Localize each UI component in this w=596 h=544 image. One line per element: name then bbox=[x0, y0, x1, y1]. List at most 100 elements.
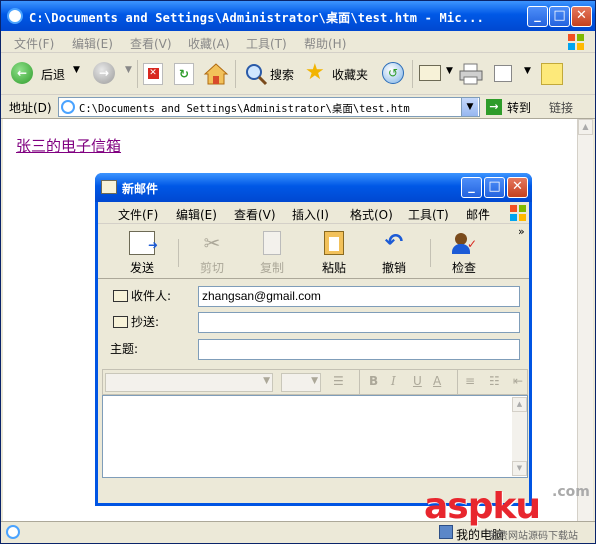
undo-icon: ↶ bbox=[384, 230, 404, 255]
menu-tools[interactable]: 工具(T) bbox=[246, 35, 287, 52]
to-address-book-icon[interactable] bbox=[113, 290, 128, 302]
menu-view[interactable]: 查看(V) bbox=[130, 35, 172, 52]
italic-button[interactable]: I bbox=[391, 374, 396, 388]
body-vertical-scrollbar[interactable]: ▲ ▼ bbox=[512, 397, 527, 476]
menu-file[interactable]: 文件(F) bbox=[14, 35, 54, 52]
back-button[interactable]: ← 后退 ▼ bbox=[11, 62, 83, 86]
home-button[interactable] bbox=[203, 61, 229, 87]
scissors-icon: ✂ bbox=[203, 231, 221, 255]
edit-button[interactable]: ▼ bbox=[494, 63, 534, 85]
go-label: 转到 bbox=[507, 101, 532, 115]
mail-toolbar: ➜ 发送 ✂ 剪切 复制 粘贴 ↶ 撤销 ✓ 检查 » bbox=[98, 225, 529, 279]
back-label: 后退 bbox=[41, 68, 66, 82]
mailto-link[interactable]: 张三的电子信箱 bbox=[16, 135, 121, 156]
mail-dropdown-icon[interactable]: ▼ bbox=[446, 66, 453, 76]
copy-button[interactable]: 复制 bbox=[242, 229, 302, 277]
mail-close-button[interactable]: ✕ bbox=[507, 177, 528, 198]
send-label: 发送 bbox=[129, 261, 154, 275]
links-label[interactable]: 链接 bbox=[549, 99, 573, 116]
edit-dropdown-icon[interactable]: ▼ bbox=[524, 66, 531, 76]
mail-menu-chevron-icon[interactable]: » bbox=[482, 206, 488, 216]
back-arrow-icon: ← bbox=[11, 62, 33, 84]
page-icon bbox=[61, 100, 75, 114]
go-arrow-icon: → bbox=[486, 99, 502, 115]
paragraph-style-icon[interactable]: ☰ bbox=[333, 374, 344, 388]
history-button[interactable]: ↺ bbox=[382, 62, 406, 86]
paste-label: 粘贴 bbox=[321, 261, 346, 275]
refresh-button[interactable]: ↻ bbox=[174, 63, 194, 85]
scroll-up-arrow-icon[interactable]: ▲ bbox=[578, 119, 593, 135]
forward-button[interactable]: → ▼ bbox=[93, 62, 133, 86]
check-names-button[interactable]: ✓ 检查 bbox=[434, 229, 494, 277]
stop-button[interactable]: ✕ bbox=[143, 63, 163, 85]
refresh-icon: ↻ bbox=[178, 67, 190, 81]
mail-maximize-button[interactable]: □ bbox=[484, 177, 505, 198]
forward-dropdown-icon[interactable]: ▼ bbox=[125, 65, 132, 75]
mail-menu-file[interactable]: 文件(F) bbox=[118, 206, 158, 223]
watermark-brand: aspku bbox=[424, 486, 541, 527]
cut-button[interactable]: ✂ 剪切 bbox=[182, 229, 242, 277]
menu-help[interactable]: 帮助(H) bbox=[304, 35, 346, 52]
close-button[interactable]: ✕ bbox=[571, 6, 592, 27]
discuss-button[interactable] bbox=[541, 63, 563, 85]
ie-logo-icon bbox=[7, 8, 23, 24]
mail-menu-format[interactable]: 格式(O) bbox=[350, 206, 393, 223]
bullet-list-icon[interactable]: ☷ bbox=[489, 374, 500, 388]
mail-window-title: 新邮件 bbox=[122, 182, 159, 196]
toolbar-separator bbox=[235, 60, 236, 88]
decrease-indent-icon[interactable]: ⇤ bbox=[513, 374, 523, 388]
address-bar: 地址(D) C:\Documents and Settings\Administ… bbox=[1, 95, 595, 119]
font-color-button[interactable]: A bbox=[433, 374, 441, 388]
send-icon: ➜ bbox=[129, 231, 158, 255]
copy-icon bbox=[263, 231, 281, 255]
address-value: C:\Documents and Settings\Administrator\… bbox=[79, 103, 410, 115]
watermark-suffix: .com bbox=[552, 484, 590, 500]
copy-label: 复制 bbox=[259, 261, 284, 275]
undo-label: 撤销 bbox=[381, 261, 406, 275]
mail-toolbar-chevron-icon[interactable]: » bbox=[518, 225, 525, 238]
go-button[interactable]: → 转到 bbox=[485, 98, 537, 116]
star-icon: ★ bbox=[305, 60, 325, 85]
page-vertical-scrollbar[interactable]: ▲ bbox=[577, 119, 593, 521]
back-dropdown-icon[interactable]: ▼ bbox=[73, 65, 80, 75]
ie-menu-bar: 文件(F) 编辑(E) 查看(V) 收藏(A) 工具(T) 帮助(H) bbox=[1, 31, 595, 53]
search-button[interactable]: 搜索 bbox=[244, 62, 302, 86]
favorites-button[interactable]: ★ 收藏夹 bbox=[305, 60, 371, 86]
font-size-select[interactable]: ▼ bbox=[281, 373, 321, 392]
address-input[interactable]: C:\Documents and Settings\Administrator\… bbox=[58, 97, 480, 117]
mail-title-bar[interactable]: 新邮件 _ □ ✕ bbox=[95, 173, 532, 202]
mail-button[interactable]: ▼ bbox=[419, 63, 455, 85]
to-field[interactable]: zhangsan@gmail.com bbox=[198, 286, 520, 307]
to-label: 收件人: bbox=[131, 289, 172, 303]
menu-edit[interactable]: 编辑(E) bbox=[72, 35, 113, 52]
body-scroll-up-icon[interactable]: ▲ bbox=[512, 397, 527, 412]
note-icon bbox=[542, 64, 562, 84]
address-dropdown-icon[interactable]: ▼ bbox=[461, 98, 478, 116]
subject-field[interactable] bbox=[198, 339, 520, 360]
toolbar-separator bbox=[137, 60, 138, 88]
underline-button[interactable]: U bbox=[413, 374, 422, 388]
undo-button[interactable]: ↶ 撤销 bbox=[364, 229, 424, 277]
bold-button[interactable]: B bbox=[369, 374, 378, 388]
cc-field[interactable] bbox=[198, 312, 520, 333]
cc-address-book-icon[interactable] bbox=[113, 316, 128, 328]
paste-button[interactable]: 粘贴 bbox=[304, 229, 364, 277]
numbered-list-icon[interactable]: ≡ bbox=[465, 374, 475, 388]
body-scroll-down-icon[interactable]: ▼ bbox=[512, 461, 527, 476]
mail-menu-view[interactable]: 查看(V) bbox=[234, 206, 276, 223]
home-icon bbox=[203, 63, 229, 85]
mail-menu-tools[interactable]: 工具(T) bbox=[408, 206, 449, 223]
mail-minimize-button[interactable]: _ bbox=[461, 177, 482, 198]
message-body[interactable]: ▲ ▼ bbox=[102, 395, 528, 478]
mail-menu-edit[interactable]: 编辑(E) bbox=[176, 206, 217, 223]
printer-icon bbox=[459, 63, 483, 85]
send-button[interactable]: ➜ 发送 bbox=[112, 229, 172, 277]
mail-toolbar-separator bbox=[430, 239, 431, 267]
menu-favorites[interactable]: 收藏(A) bbox=[188, 35, 230, 52]
maximize-button[interactable]: □ bbox=[549, 6, 570, 27]
font-select[interactable]: ▼ bbox=[105, 373, 273, 392]
ie-title-bar[interactable]: C:\Documents and Settings\Administrator\… bbox=[1, 1, 595, 31]
mail-menu-insert[interactable]: 插入(I) bbox=[292, 206, 329, 223]
print-button[interactable] bbox=[458, 62, 484, 86]
minimize-button[interactable]: _ bbox=[527, 6, 548, 27]
